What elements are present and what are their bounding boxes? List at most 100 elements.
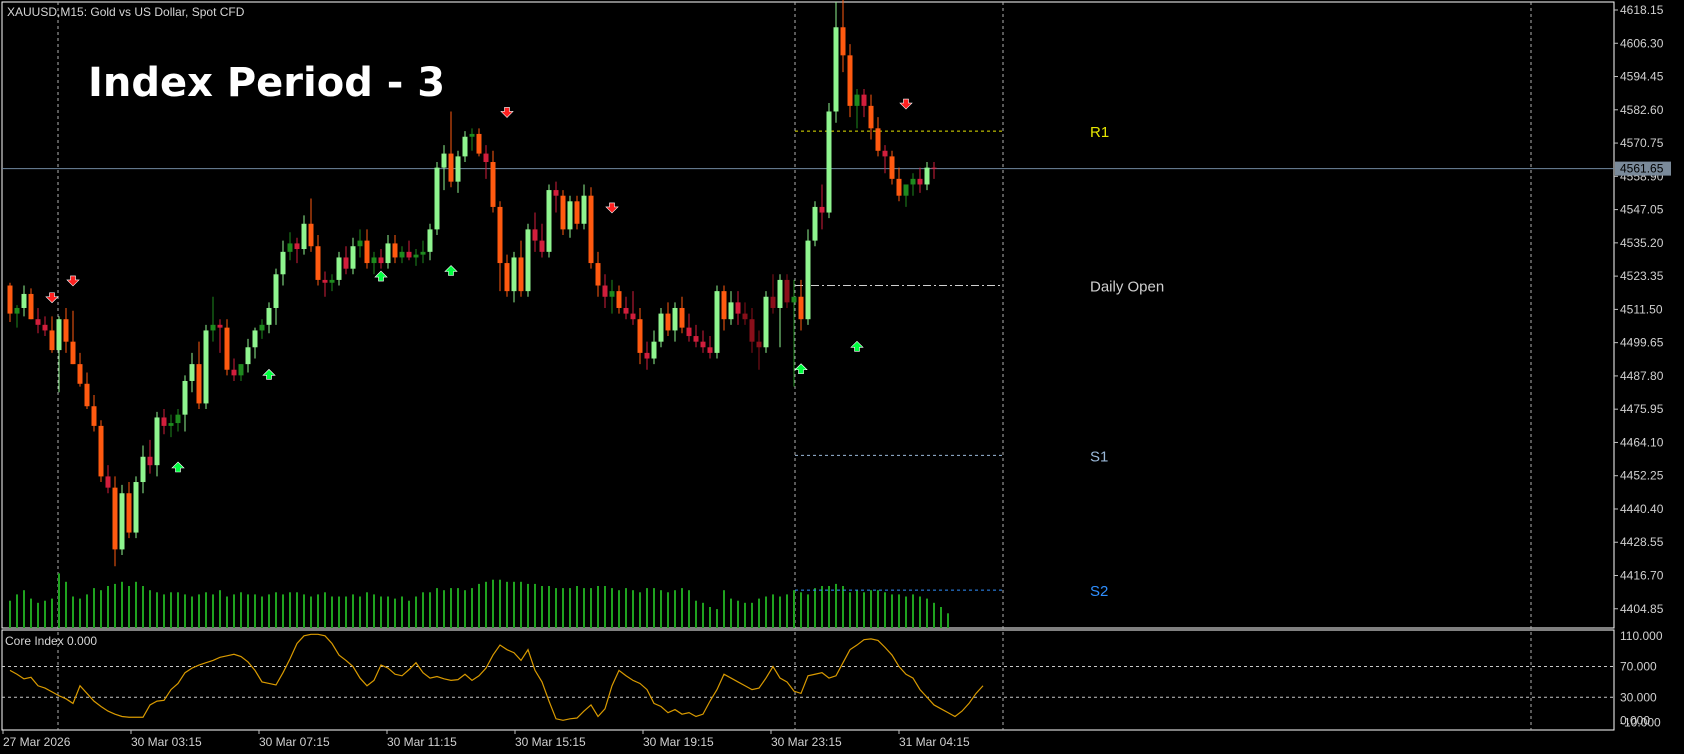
candle-body bbox=[112, 487, 118, 550]
volume-bar bbox=[443, 590, 445, 628]
volume-bar bbox=[597, 586, 599, 628]
volume-bar bbox=[51, 598, 53, 628]
candle-body bbox=[49, 330, 55, 351]
volume-bar bbox=[541, 586, 543, 628]
candle-body bbox=[154, 417, 160, 466]
candle-body bbox=[189, 364, 195, 381]
volume-bar bbox=[107, 586, 109, 628]
volume-bar bbox=[380, 596, 382, 628]
volume-bar bbox=[569, 588, 571, 628]
buy-arrow-icon bbox=[850, 340, 864, 352]
volume-bar bbox=[114, 583, 116, 628]
volume-bar bbox=[744, 602, 746, 628]
candle-body bbox=[287, 243, 293, 252]
volume-bar bbox=[261, 596, 263, 628]
volume-bar bbox=[660, 590, 662, 628]
candle-body bbox=[210, 324, 216, 331]
volume-bar bbox=[751, 602, 753, 628]
candle-body bbox=[665, 313, 671, 331]
candle-body bbox=[847, 55, 853, 106]
volume-bar bbox=[758, 598, 760, 628]
candle-body bbox=[392, 243, 398, 258]
sell-arrow-icon bbox=[605, 202, 619, 214]
volume-bar bbox=[429, 592, 431, 628]
time-tick-label: 31 Mar 04:15 bbox=[899, 735, 970, 749]
candle-body bbox=[21, 293, 27, 308]
volume-bar bbox=[30, 598, 32, 628]
pivot-label: R1 bbox=[1090, 124, 1109, 141]
candle-body bbox=[728, 302, 734, 320]
candle-body bbox=[147, 456, 153, 466]
core-tick-label: -10.000 bbox=[1620, 716, 1661, 730]
volume-bar bbox=[422, 592, 424, 628]
candle-body bbox=[756, 341, 762, 348]
volume-bar bbox=[877, 590, 879, 628]
price-tick-label: 4511.50 bbox=[1620, 302, 1663, 316]
sell-arrow-icon bbox=[66, 275, 80, 287]
volume-bar bbox=[100, 590, 102, 628]
candle-body bbox=[406, 251, 412, 258]
candle-body bbox=[511, 257, 517, 292]
candle-body bbox=[819, 206, 825, 213]
volume-bar bbox=[716, 609, 718, 628]
candle-body bbox=[203, 330, 209, 404]
volume-bar bbox=[506, 581, 508, 628]
volume-bar bbox=[282, 594, 284, 628]
price-tick-label: 4416.70 bbox=[1620, 569, 1664, 583]
candle-body bbox=[245, 347, 251, 365]
volume-bar bbox=[835, 583, 837, 628]
candle-body bbox=[35, 319, 41, 325]
volume-bar bbox=[296, 592, 298, 628]
candle-body bbox=[168, 423, 174, 426]
price-tick-label: 4452.25 bbox=[1620, 469, 1664, 483]
pivot-label: S1 bbox=[1090, 448, 1108, 465]
candle-body bbox=[560, 195, 566, 230]
volume-bar bbox=[373, 594, 375, 628]
price-tick-label: 4464.10 bbox=[1620, 435, 1664, 449]
volume-bars bbox=[9, 573, 949, 628]
candle-body bbox=[413, 254, 419, 258]
candle-body bbox=[434, 167, 440, 230]
volume-bar bbox=[618, 590, 620, 628]
volume-bar bbox=[37, 602, 39, 628]
volume-bar bbox=[44, 600, 46, 628]
volume-bar bbox=[401, 596, 403, 628]
candle-body bbox=[735, 302, 741, 314]
candle-body bbox=[686, 327, 692, 337]
volume-bar bbox=[702, 602, 704, 628]
candle-body bbox=[280, 251, 286, 275]
pivot-levels: R1 Daily Open S1 S2 bbox=[795, 124, 1164, 600]
time-tick-label: 30 Mar 23:15 bbox=[771, 735, 842, 749]
volume-bar bbox=[779, 596, 781, 628]
volume-bar bbox=[450, 588, 452, 628]
candle-body bbox=[812, 206, 818, 241]
core-tick-label: 30.000 bbox=[1620, 690, 1657, 704]
candle-body bbox=[259, 324, 265, 331]
time-tick-label: 30 Mar 07:15 bbox=[259, 735, 330, 749]
candle-body bbox=[28, 293, 34, 320]
volume-bar bbox=[394, 598, 396, 628]
volume-bar bbox=[499, 579, 501, 628]
volume-bar bbox=[856, 590, 858, 628]
candle-body bbox=[616, 291, 622, 308]
volume-bar bbox=[184, 594, 186, 628]
candle-body bbox=[441, 153, 447, 168]
candle-body bbox=[77, 364, 83, 384]
pivot-label: Daily Open bbox=[1090, 279, 1164, 296]
candle-body bbox=[63, 319, 69, 342]
price-tick-label: 4523.35 bbox=[1620, 269, 1664, 283]
candle-body bbox=[903, 184, 909, 196]
volume-bar bbox=[9, 600, 11, 628]
volume-bar bbox=[310, 596, 312, 628]
time-tick-label: 30 Mar 11:15 bbox=[387, 735, 457, 749]
sub-frame bbox=[1, 629, 1615, 731]
volume-bar bbox=[870, 590, 872, 628]
price-tick-label: 4487.80 bbox=[1620, 369, 1664, 383]
price-tick-label: 4404.85 bbox=[1620, 602, 1664, 616]
volume-bar bbox=[219, 590, 221, 628]
candle-body bbox=[644, 352, 650, 359]
candle-body bbox=[924, 167, 930, 185]
volume-bar bbox=[842, 586, 844, 628]
volume-bar bbox=[240, 592, 242, 628]
volume-bar bbox=[723, 590, 725, 628]
